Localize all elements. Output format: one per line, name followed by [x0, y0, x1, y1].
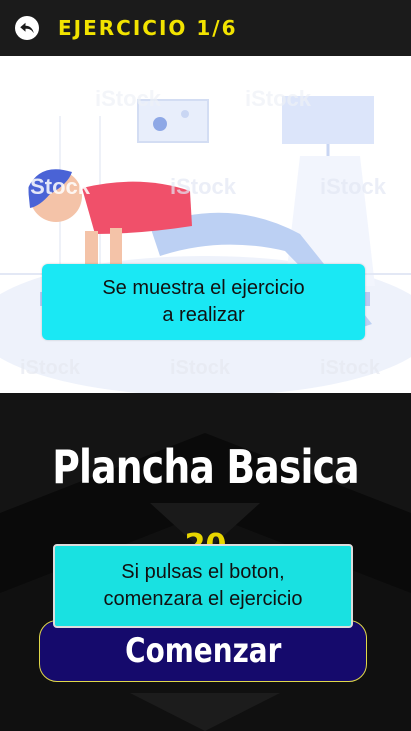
page-title: EJERCICIO 1/6	[58, 16, 238, 40]
svg-text:iStock: iStock	[320, 357, 381, 379]
svg-text:iStock: iStock	[170, 174, 237, 199]
app-header: EJERCICIO 1/6	[0, 0, 411, 56]
svg-text:iStock: iStock	[20, 357, 81, 379]
watermark-text: iStock	[24, 174, 91, 199]
tooltip2-line-2: comenzara el ejercicio	[103, 588, 303, 610]
svg-text:iStock: iStock	[320, 174, 387, 199]
exercise-name: Plancha Basica	[52, 440, 359, 494]
start-button-label: Comenzar	[124, 631, 282, 671]
tooltip-line-1: Se muestra el ejercicio	[102, 277, 305, 299]
svg-text:iStock: iStock	[95, 86, 162, 111]
start-tooltip: Si pulsas el boton, comenzara el ejercic…	[53, 544, 353, 628]
tooltip-line-2: a realizar	[162, 304, 245, 326]
tooltip2-line-1: Si pulsas el boton,	[121, 561, 285, 583]
back-arrow-icon	[20, 22, 34, 34]
exercise-illustration: iStock iStock iStock iStock iStock iStoc…	[0, 56, 411, 393]
start-button[interactable]: Comenzar	[39, 620, 367, 682]
plank-illustration: iStock iStock iStock iStock iStock iStoc…	[0, 56, 411, 393]
back-button[interactable]	[15, 16, 39, 40]
svg-text:iStock: iStock	[245, 86, 312, 111]
svg-text:iStock: iStock	[170, 357, 231, 379]
illustration-tooltip: Se muestra el ejercicio a realizar	[42, 264, 365, 340]
